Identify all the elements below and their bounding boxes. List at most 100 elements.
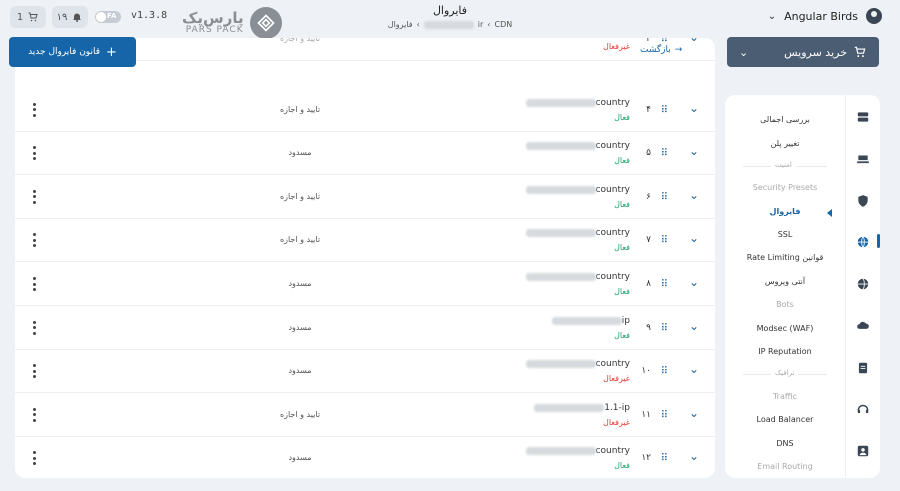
document-icon[interactable] xyxy=(855,360,871,376)
menu-item-security-presets[interactable]: Security Presets xyxy=(725,183,845,192)
rule-priority: ۷ xyxy=(646,235,651,246)
breadcrumb-current[interactable]: فایروال xyxy=(388,20,413,29)
page-title: فایروال xyxy=(432,4,468,17)
firewall-rule-row[interactable]: مسدود ip فعال ۹ ⠿ ⌄ xyxy=(15,307,715,350)
firewall-rule-row[interactable]: تایید و اجازه country فعال ۴ ⠿ ⌄ xyxy=(15,89,715,132)
chevron-down-icon[interactable]: ⌄ xyxy=(689,362,699,376)
rule-action: مسدود xyxy=(288,322,312,332)
shield-icon[interactable] xyxy=(855,193,871,209)
kebab-menu-icon[interactable] xyxy=(33,277,37,291)
rule-name-suffix: country xyxy=(595,184,630,195)
rule-priority: ۱۱ xyxy=(641,409,651,420)
firewall-rule-row[interactable]: مسدود country فعال ۱۲ ⠿ ⌄ xyxy=(15,437,715,478)
firewall-rule-row[interactable]: تایید و اجازه 1.1-ip غیرفعال ۱۱ ⠿ ⌄ xyxy=(15,394,715,437)
drag-handle-icon[interactable]: ⠿ xyxy=(661,105,668,116)
drag-handle-icon[interactable]: ⠿ xyxy=(661,279,668,290)
drag-handle-icon[interactable]: ⠿ xyxy=(661,453,668,464)
drag-handle-icon[interactable]: ⠿ xyxy=(661,38,668,45)
breadcrumb-cdn[interactable]: CDN xyxy=(495,20,513,29)
brand-name-fa: پارس‌پک xyxy=(182,9,244,27)
notifications-button[interactable]: ۱۹ xyxy=(52,6,88,28)
firewall-rule-row[interactable]: تایید و اجازه country فعال ۷ ⠿ ⌄ xyxy=(15,219,715,263)
globe-icon[interactable] xyxy=(855,276,871,292)
chevron-down-icon[interactable]: ⌄ xyxy=(689,406,699,420)
drag-handle-icon[interactable]: ⠿ xyxy=(661,410,668,421)
drag-handle-icon[interactable]: ⠿ xyxy=(661,323,668,334)
menu-item-traffic[interactable]: Traffic xyxy=(725,392,845,401)
drag-handle-icon[interactable]: ⠿ xyxy=(661,366,668,377)
firewall-rule-row[interactable]: مسدود country فعال ۸ ⠿ ⌄ xyxy=(15,263,715,306)
brand-logo[interactable]: پارس‌پک PARS PACK xyxy=(182,7,282,39)
rule-name: country xyxy=(525,359,630,370)
breadcrumb-domain-suffix[interactable]: ir xyxy=(478,20,484,29)
kebab-menu-icon[interactable] xyxy=(33,364,37,379)
chevron-down-icon[interactable]: ⌄ xyxy=(689,38,699,44)
drag-handle-icon[interactable]: ⠿ xyxy=(661,148,668,159)
kebab-menu-icon[interactable] xyxy=(33,320,37,335)
chevron-down-icon[interactable]: ⌄ xyxy=(689,319,699,333)
menu-item-antivirus[interactable]: آنتی ویروس xyxy=(725,277,845,286)
kebab-menu-icon[interactable] xyxy=(33,451,37,466)
firewall-rule-row[interactable]: مسدود country غیرفعال ۱۰ ⠿ ⌄ xyxy=(15,350,715,394)
cloud-icon[interactable] xyxy=(855,318,871,334)
rule-priority: ۵ xyxy=(646,148,651,159)
menu-item-load-balancer[interactable]: Load Balancer xyxy=(725,415,845,424)
kebab-menu-icon[interactable] xyxy=(33,233,37,248)
add-firewall-rule-button[interactable]: قانون فایروال جدید + xyxy=(9,37,136,67)
chevron-down-icon[interactable]: ⌄ xyxy=(689,449,699,463)
cdn-globe-icon[interactable] xyxy=(855,234,871,250)
rule-name-redacted xyxy=(525,273,596,281)
menu-item-rate-limiting[interactable]: Rate Limiting قوانین xyxy=(725,253,845,262)
chevron-left-icon: ‹ xyxy=(487,20,491,29)
chevron-down-icon[interactable]: ⌄ xyxy=(689,144,699,158)
rule-name-redacted xyxy=(534,403,605,412)
cart-button[interactable]: 1 xyxy=(10,6,46,28)
menu-item-overview[interactable]: بررسی اجمالی xyxy=(725,115,845,124)
chevron-down-icon[interactable]: ⌄ xyxy=(689,231,699,245)
back-button[interactable]: بازگشت → xyxy=(640,45,682,55)
parspack-logo-icon xyxy=(249,7,282,39)
menu-item-email-routing[interactable]: Email Routing xyxy=(725,462,845,471)
chevron-down-icon[interactable]: ⌄ xyxy=(689,101,699,115)
headset-icon[interactable] xyxy=(855,401,871,417)
firewall-rule-row[interactable]: تایید و اجازه country فعال ۶ ⠿ ⌄ xyxy=(15,176,715,219)
rule-name-redacted xyxy=(525,98,596,107)
drag-handle-icon[interactable]: ⠿ xyxy=(661,235,668,246)
kebab-menu-icon[interactable] xyxy=(33,146,37,161)
account-name: Angular Birds xyxy=(784,9,858,23)
user-icon xyxy=(866,8,882,24)
rule-action: تایید و اجازه xyxy=(279,38,321,43)
cart-icon xyxy=(28,12,38,22)
rule-action: تایید و اجازه xyxy=(279,104,321,114)
menu-item-change-plan[interactable]: تغییر پلن xyxy=(725,139,845,148)
language-toggle[interactable]: FA xyxy=(95,11,121,23)
rule-name-suffix: 1.1-ip xyxy=(604,402,630,413)
kebab-menu-icon[interactable] xyxy=(33,407,37,422)
menu-item-dns[interactable]: DNS xyxy=(725,439,845,448)
kebab-menu-icon[interactable] xyxy=(33,189,37,204)
app-version: v1.3.8 xyxy=(131,10,168,21)
kebab-menu-icon[interactable] xyxy=(33,102,37,117)
profile-icon[interactable] xyxy=(855,443,871,459)
rule-name-suffix: country xyxy=(595,446,630,457)
chevron-left-icon: ‹ xyxy=(416,20,420,29)
account-menu[interactable]: ⌄ Angular Birds xyxy=(768,8,882,24)
section-divider-traffic: ترافیک xyxy=(743,369,827,377)
rule-name-suffix: ip xyxy=(621,315,630,326)
hosting-icon[interactable] xyxy=(855,151,871,167)
menu-item-ssl[interactable]: SSL xyxy=(725,230,845,239)
firewall-rule-row[interactable]: مسدود country فعال ۵ ⠿ ⌄ xyxy=(15,132,715,176)
menu-item-modsec[interactable]: Modsec (WAF) xyxy=(725,324,845,333)
chevron-down-icon: ⌄ xyxy=(739,45,749,59)
chevron-down-icon[interactable]: ⌄ xyxy=(689,275,699,289)
buy-service-button[interactable]: ⌄ خرید سرویس xyxy=(727,37,879,67)
server-icon[interactable] xyxy=(855,109,871,125)
cart-count: 1 xyxy=(16,11,24,23)
rule-priority: ۸ xyxy=(646,279,651,289)
menu-item-bots[interactable]: Bots xyxy=(725,300,845,309)
rule-status: غیرفعال xyxy=(603,417,630,427)
menu-item-ip-reputation[interactable]: IP Reputation xyxy=(725,347,845,356)
drag-handle-icon[interactable]: ⠿ xyxy=(661,192,668,203)
chevron-down-icon[interactable]: ⌄ xyxy=(689,188,699,202)
rule-name-suffix: country xyxy=(595,359,630,370)
